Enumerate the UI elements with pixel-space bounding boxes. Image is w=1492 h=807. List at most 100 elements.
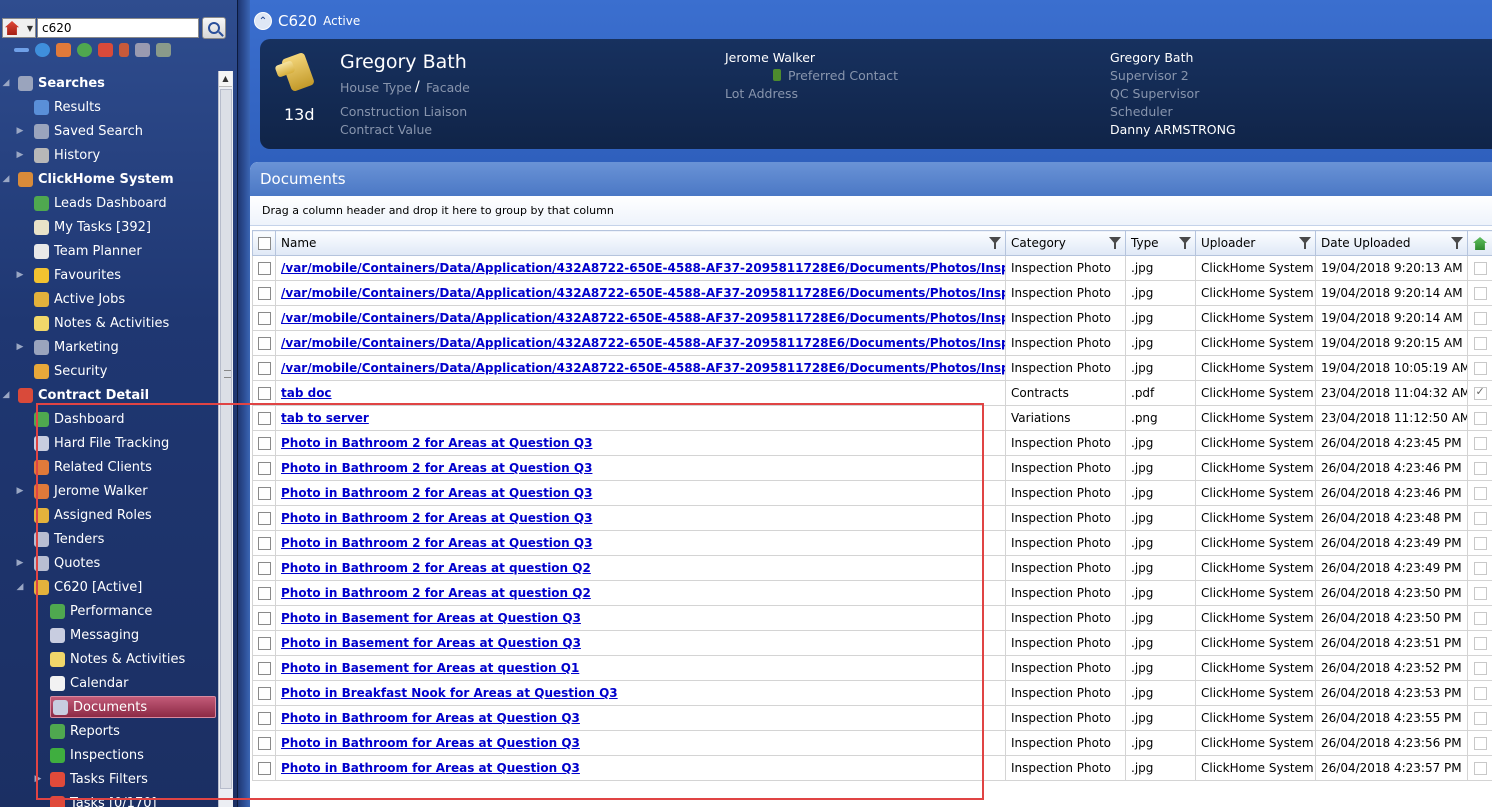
document-name-link[interactable]: Photo in Bathroom 2 for Areas at Questio… [281,511,592,525]
sidebar-item[interactable]: ▶ Jerome Walker [17,480,148,502]
search-input[interactable] [37,18,199,38]
sidebar-item[interactable]: Messaging [50,624,139,646]
minimize-icon[interactable] [14,48,29,52]
row-select-checkbox[interactable] [257,687,271,700]
row-flag-checkbox[interactable] [1473,637,1487,650]
scroll-thumb[interactable] [220,89,232,789]
row-flag-checkbox[interactable] [1473,312,1487,325]
table-row[interactable]: Photo in Bathroom for Areas at Question … [252,705,1492,731]
sidebar-item[interactable]: My Tasks [392] [34,216,151,238]
row-flag-checkbox[interactable] [1473,687,1487,700]
row-select-checkbox[interactable] [257,637,271,650]
table-row[interactable]: Photo in Bathroom 2 for Areas at questio… [252,555,1492,581]
sidebar-item[interactable]: Notes & Activities [34,312,169,334]
table-row[interactable]: Photo in Bathroom 2 for Areas at Questio… [252,430,1492,456]
row-select-checkbox[interactable] [257,412,271,425]
filter-icon[interactable] [989,237,1001,249]
table-row[interactable]: /var/mobile/Containers/Data/Application/… [252,330,1492,356]
tree-expanded-icon[interactable]: ◢ [2,390,10,400]
contact-name[interactable]: Jerome Walker [725,50,815,65]
row-flag-checkbox[interactable] [1473,262,1487,275]
row-flag-checkbox[interactable] [1473,612,1487,625]
document-name-link[interactable]: Photo in Bathroom 2 for Areas at Questio… [281,486,592,500]
row-select-checkbox[interactable] [257,337,271,350]
table-row[interactable]: Photo in Bathroom 2 for Areas at Questio… [252,480,1492,506]
globe-icon[interactable] [77,43,92,57]
table-row[interactable]: Photo in Bathroom 2 for Areas at Questio… [252,505,1492,531]
sidebar-item[interactable]: Active Jobs [34,288,125,310]
contract-icon[interactable] [98,43,113,57]
table-row[interactable]: /var/mobile/Containers/Data/Application/… [252,355,1492,381]
filter-icon[interactable] [1299,237,1311,249]
row-flag-checkbox[interactable] [1473,512,1487,525]
document-name-link[interactable]: Photo in Basement for Areas at Question … [281,611,581,625]
user-icon[interactable] [119,43,129,57]
sidebar-item[interactable]: Performance [50,600,152,622]
sidebar-item[interactable]: ▶ History [17,144,100,166]
row-flag-checkbox[interactable] [1473,337,1487,350]
tree-collapsed-icon[interactable]: ▶ [16,126,24,136]
document-name-link[interactable]: Photo in Breakfast Nook for Areas at Que… [281,686,618,700]
table-row[interactable]: /var/mobile/Containers/Data/Application/… [252,305,1492,331]
tree-collapsed-icon[interactable]: ▶ [34,774,42,784]
row-flag-checkbox[interactable] [1473,437,1487,450]
refresh-icon[interactable] [35,43,50,57]
document-name-link[interactable]: Photo in Bathroom for Areas at Question … [281,711,580,725]
table-row[interactable]: /var/mobile/Containers/Data/Application/… [252,280,1492,306]
sidebar-item[interactable]: Documents [50,696,216,718]
people-icon[interactable] [56,43,71,57]
row-flag-checkbox[interactable] [1473,537,1487,550]
sidebar-item[interactable]: Dashboard [34,408,125,430]
row-select-checkbox[interactable] [257,562,271,575]
row-select-checkbox[interactable] [257,262,271,275]
row-select-checkbox[interactable] [257,437,271,450]
document-name-link[interactable]: tab to server [281,411,369,425]
table-row[interactable]: tab doc Contracts .pdf ClickHome System 23/0… [252,380,1492,406]
table-row[interactable]: Photo in Bathroom for Areas at Question … [252,755,1492,781]
sidebar-item[interactable]: Inspections [50,744,144,766]
document-name-link[interactable]: Photo in Basement for Areas at Question … [281,636,581,650]
row-flag-checkbox[interactable] [1473,562,1487,575]
document-name-link[interactable]: Photo in Bathroom for Areas at Question … [281,761,580,775]
document-name-link[interactable]: Photo in Basement for Areas at question … [281,661,579,675]
sidebar-item[interactable]: ▶ Saved Search [17,120,143,142]
document-name-link[interactable]: /var/mobile/Containers/Data/Application/… [281,261,1005,275]
scroll-up-icon[interactable]: ▲ [219,71,232,87]
row-flag-checkbox[interactable] [1473,762,1487,775]
tree-collapsed-icon[interactable]: ▶ [16,342,24,352]
row-flag-checkbox[interactable] [1473,287,1487,300]
row-select-checkbox[interactable] [257,612,271,625]
table-row[interactable]: /var/mobile/Containers/Data/Application/… [252,255,1492,281]
sidebar-item[interactable]: ◢ Contract Detail [3,384,149,406]
search-button[interactable] [202,17,226,39]
table-row[interactable]: tab to server Variations .png ClickHome Sys… [252,405,1492,431]
row-select-checkbox[interactable] [257,512,271,525]
tree-collapsed-icon[interactable]: ▶ [16,150,24,160]
row-select-checkbox[interactable] [257,387,271,400]
document-name-link[interactable]: Photo in Bathroom 2 for Areas at Questio… [281,536,592,550]
table-row[interactable]: Photo in Bathroom 2 for Areas at Questio… [252,530,1492,556]
row-select-checkbox[interactable] [257,462,271,475]
row-flag-checkbox[interactable] [1473,712,1487,725]
tree-expanded-icon[interactable]: ◢ [16,582,24,592]
document-name-link[interactable]: Photo in Bathroom 2 for Areas at questio… [281,561,591,575]
tree-expanded-icon[interactable]: ◢ [2,78,10,88]
row-flag-checkbox[interactable] [1473,662,1487,675]
table-row[interactable]: Photo in Basement for Areas at Question … [252,630,1492,656]
row-select-checkbox[interactable] [257,762,271,775]
sidebar-item[interactable]: Reports [50,720,120,742]
collapse-button[interactable]: ⌃ [254,12,272,30]
table-row[interactable]: Photo in Bathroom 2 for Areas at Questio… [252,455,1492,481]
table-row[interactable]: Photo in Basement for Areas at question … [252,655,1492,681]
tree-expanded-icon[interactable]: ◢ [2,174,10,184]
row-select-checkbox[interactable] [257,287,271,300]
sidebar-item[interactable]: Notes & Activities [50,648,185,670]
tree-collapsed-icon[interactable]: ▶ [16,486,24,496]
document-name-link[interactable]: tab doc [281,386,332,400]
sidebar-scrollbar[interactable]: ▲ [218,71,233,807]
column-header-category[interactable]: Category [1005,230,1126,256]
select-all-checkbox[interactable] [257,237,271,250]
row-flag-checkbox[interactable] [1473,362,1487,375]
filter-icon[interactable] [1451,237,1463,249]
sidebar-item[interactable]: ◢ Searches [3,72,105,94]
